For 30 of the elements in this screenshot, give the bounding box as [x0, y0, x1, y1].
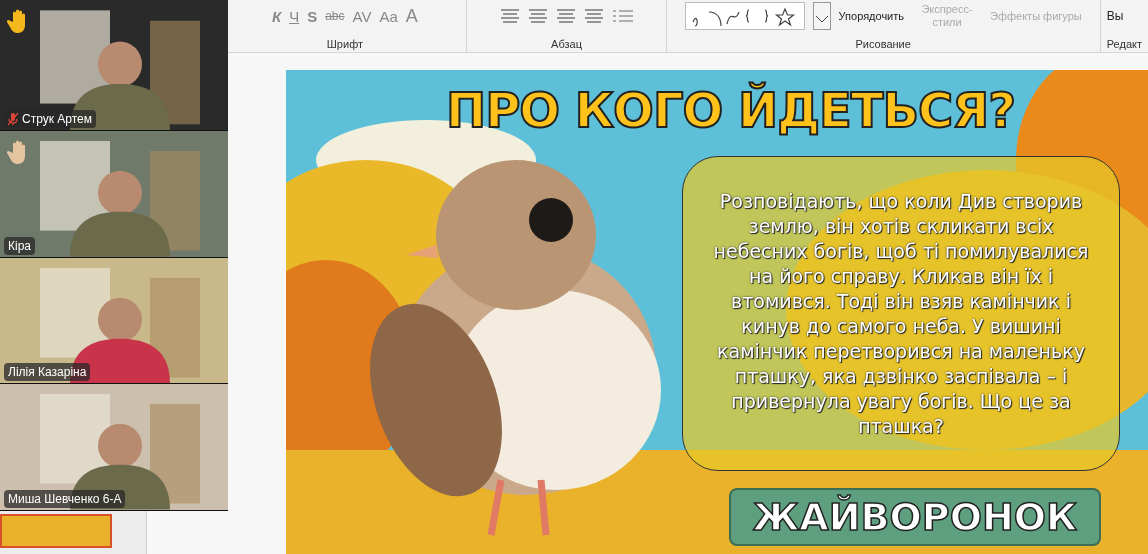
shapes-gallery[interactable]	[684, 2, 805, 30]
shape-effects-button[interactable]: Эффекты фигуры	[990, 10, 1082, 22]
format-button[interactable]: A	[405, 5, 418, 27]
quick-styles-button[interactable]: Экспресс-стили	[912, 2, 983, 30]
format-button[interactable]: К	[271, 7, 282, 25]
select-button[interactable]: Вы	[1106, 9, 1124, 23]
group-label: Шрифт	[326, 38, 363, 50]
participant-name-text: Миша Шевченко 6-А	[8, 492, 122, 506]
format-button[interactable]: AV	[352, 7, 372, 25]
align-icon[interactable]	[499, 9, 520, 23]
align-icon[interactable]	[555, 9, 576, 23]
participant-name-text: Струк Артем	[22, 112, 92, 127]
format-button[interactable]: Aa	[379, 7, 398, 25]
gallery-scroll-icon[interactable]	[812, 2, 831, 30]
format-button[interactable]: abc	[325, 9, 345, 23]
riddle-text: Розповідають, що коли Див створив землю, він хотів скликати всіх небесних богів, щоб ті помилувалися на його справу. Кликав він їх і втомився. Тоді він взяв камінчик і кинув до самого неба. У вишині камінчик перетворився на маленьку пташку, яка дзвінко заспівала – і привернула увагу богів. Що це за пташка?	[712, 188, 1090, 439]
arrange-button[interactable]: Упорядочить	[838, 10, 905, 22]
group-label: Абзац	[551, 38, 582, 50]
slide-thumbnail[interactable]	[0, 514, 112, 548]
slide-title: ПРО КОГО ЙДЕТЬСЯ?	[446, 82, 1016, 138]
format-button[interactable]: Ч	[289, 7, 300, 25]
align-icon[interactable]	[583, 9, 604, 23]
group-label: Редакт	[1106, 38, 1142, 50]
answer-button[interactable]: ЖАЙВОРОНОК	[729, 488, 1101, 546]
group-label: Рисование	[855, 38, 911, 50]
align-icon[interactable]	[527, 9, 548, 23]
format-button[interactable]: S	[307, 7, 318, 25]
participant-name-text: Лілія Казаріна	[8, 365, 87, 380]
participant-name-text: Кіра	[8, 239, 31, 253]
list-icon[interactable]	[611, 9, 634, 23]
